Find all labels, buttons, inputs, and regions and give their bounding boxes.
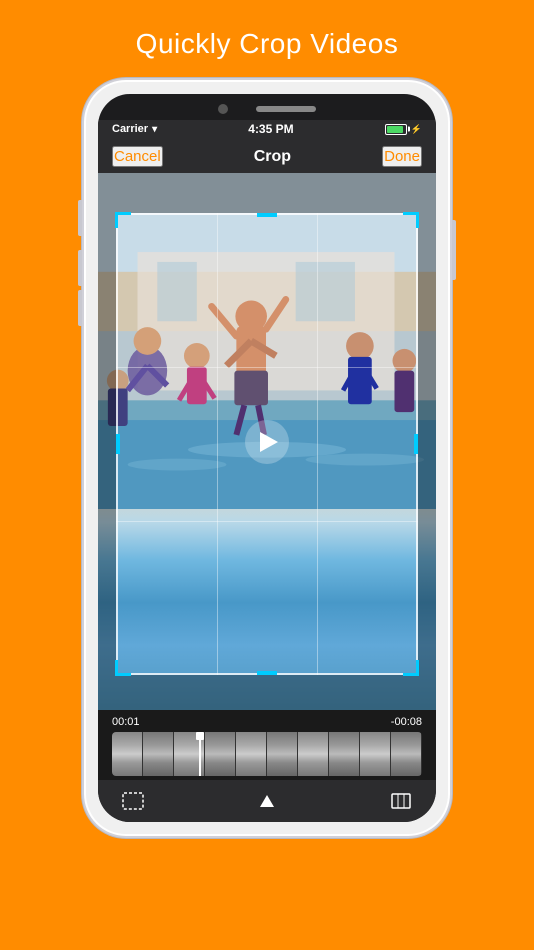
nav-bar: Cancel Crop Done xyxy=(98,140,436,173)
timeline-end: -00:08 xyxy=(391,716,422,728)
wifi-icon: ▾ xyxy=(152,124,157,135)
crop-dashed-icon[interactable] xyxy=(118,786,148,816)
crop-handle-bottom-right[interactable] xyxy=(403,660,419,676)
timeline-area: 00:01 -00:08 xyxy=(98,710,436,780)
timeline-thumb-10 xyxy=(391,732,422,776)
carrier-label: Carrier xyxy=(112,123,148,135)
timeline-thumb-8 xyxy=(329,732,360,776)
timeline-thumb-7 xyxy=(298,732,329,776)
cancel-button[interactable]: Cancel xyxy=(112,146,163,167)
front-camera xyxy=(218,104,228,114)
page-title: Quickly Crop Videos xyxy=(136,28,399,60)
timeline-thumb-9 xyxy=(360,732,391,776)
nav-title: Crop xyxy=(254,148,291,166)
timeline-thumb-1 xyxy=(112,732,143,776)
phone-screen: Carrier ▾ 4:35 PM ⚡ Cancel Crop Done xyxy=(98,94,436,822)
crop-handle-top-mid[interactable] xyxy=(257,213,277,217)
phone-shell: Carrier ▾ 4:35 PM ⚡ Cancel Crop Done xyxy=(82,78,452,838)
timeline-thumb-6 xyxy=(267,732,298,776)
phone-top xyxy=(98,94,436,120)
share-up-button[interactable] xyxy=(252,786,282,816)
crop-mask-right xyxy=(418,213,436,675)
play-button[interactable] xyxy=(245,420,289,464)
clock: 4:35 PM xyxy=(248,122,293,136)
timeline-thumb-4 xyxy=(205,732,236,776)
crop-mask-top xyxy=(98,173,436,213)
crop-handle-top-left[interactable] xyxy=(115,212,131,228)
timeline-start: 00:01 xyxy=(112,716,140,728)
timeline-strip[interactable] xyxy=(112,732,422,776)
status-right: ⚡ xyxy=(385,124,422,135)
video-area[interactable] xyxy=(98,173,436,710)
arrow-up-icon xyxy=(260,795,274,807)
crop-handle-top-right[interactable] xyxy=(403,212,419,228)
done-button[interactable]: Done xyxy=(382,146,422,167)
crop-mask-left xyxy=(98,213,116,675)
crop-handle-left-mid[interactable] xyxy=(116,434,120,454)
status-left: Carrier ▾ xyxy=(112,123,157,135)
crop-handle-bottom-mid[interactable] xyxy=(257,671,277,675)
crop-handle-right-mid[interactable] xyxy=(414,434,418,454)
charging-icon: ⚡ xyxy=(411,124,422,135)
crop-handle-bottom-left[interactable] xyxy=(115,660,131,676)
battery-icon xyxy=(385,124,407,135)
playhead[interactable] xyxy=(199,732,201,776)
status-bar: Carrier ▾ 4:35 PM ⚡ xyxy=(98,120,436,140)
timeline-thumb-5 xyxy=(236,732,267,776)
phone-speaker xyxy=(256,106,316,112)
phone-frame: Carrier ▾ 4:35 PM ⚡ Cancel Crop Done xyxy=(82,78,452,838)
aspect-ratio-button[interactable] xyxy=(386,786,416,816)
timeline-thumb-2 xyxy=(143,732,174,776)
timeline-timestamps: 00:01 -00:08 xyxy=(112,716,422,728)
play-icon xyxy=(260,432,278,452)
bottom-toolbar xyxy=(98,780,436,822)
battery-fill xyxy=(387,126,403,133)
crop-mask-bottom xyxy=(98,675,436,710)
